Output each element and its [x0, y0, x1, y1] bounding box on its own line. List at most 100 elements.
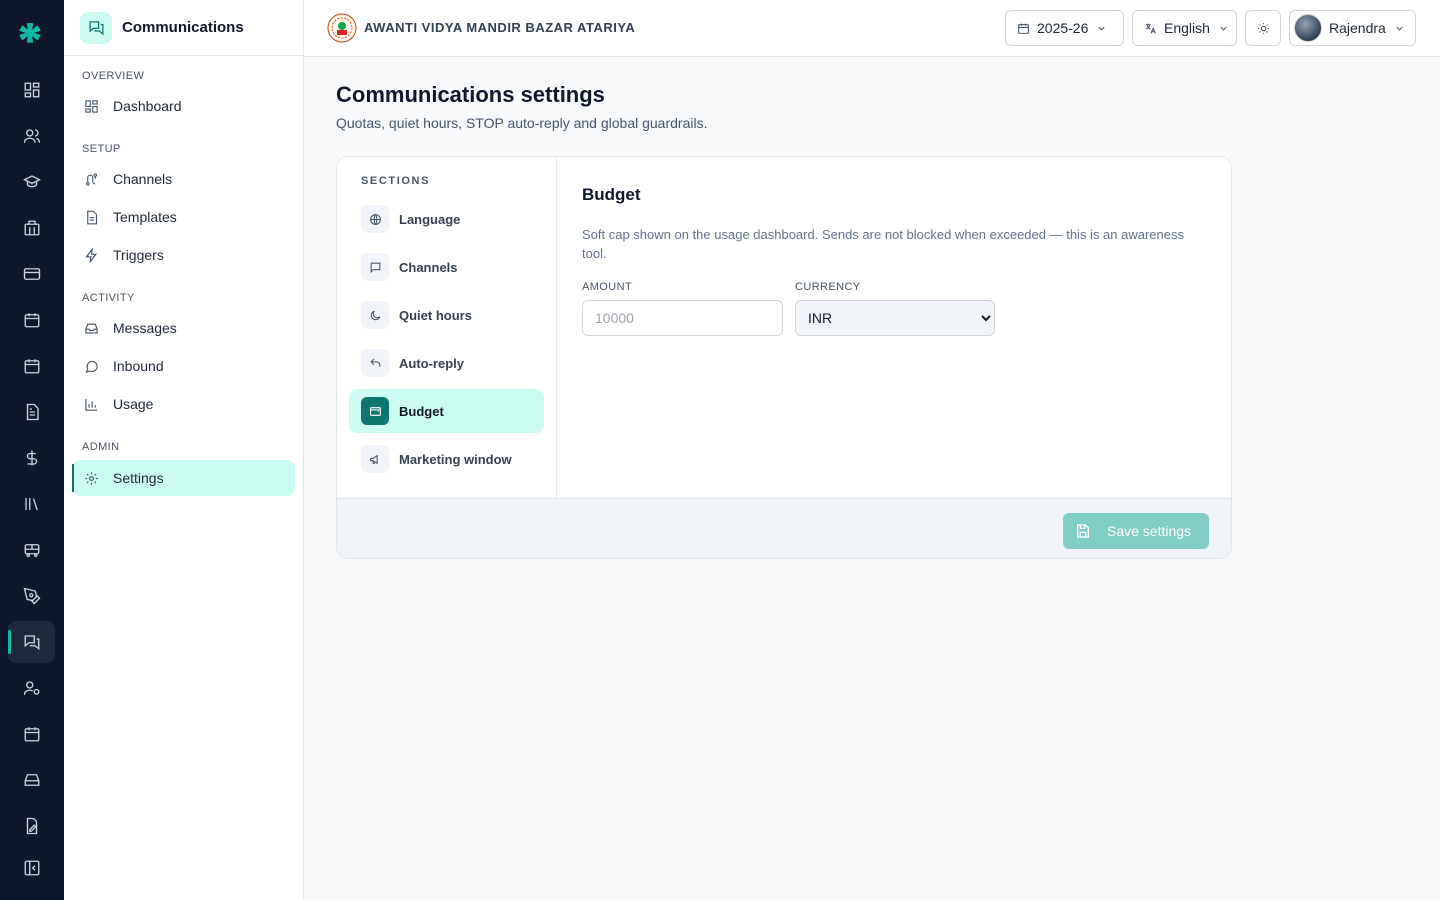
section-label: Channels [399, 259, 458, 275]
amount-label: AMOUNT [582, 281, 633, 293]
academic-year-select[interactable]: 2025-26 [1005, 10, 1124, 46]
rail-graduation-cap-icon[interactable] [8, 161, 55, 203]
megaphone-icon [361, 445, 389, 473]
section-label: Quiet hours [399, 307, 472, 323]
sidebar-item-usage[interactable]: Usage [72, 386, 295, 422]
reply-icon [361, 349, 389, 377]
section-budget[interactable]: Budget [349, 389, 544, 433]
sidebar-item-label: Inbound [113, 358, 164, 374]
rail-calendar-check-icon[interactable] [8, 345, 55, 387]
rail-bus-icon[interactable] [8, 529, 55, 571]
rail-dollar-icon[interactable] [8, 437, 55, 479]
rail-credit-card-icon[interactable] [8, 253, 55, 295]
panel-description: Soft cap shown on the usage dashboard. S… [582, 227, 1184, 261]
calendar-icon [1018, 23, 1029, 34]
school-name: AWANTI VIDYA MANDIR BAZAR ATARIYA [364, 20, 636, 35]
app-logo-icon[interactable] [17, 22, 43, 48]
sidebar-item-templates[interactable]: Templates [72, 199, 295, 235]
group-label-overview: OVERVIEW [82, 70, 145, 82]
rail-user-cog-icon[interactable] [8, 667, 55, 709]
rail-document-edit-icon[interactable] [8, 805, 55, 847]
avatar [1294, 14, 1322, 42]
module-sidebar: Communications OVERVIEW Dashboard SETUP … [64, 0, 304, 900]
sections-heading: SECTIONS [361, 175, 431, 187]
dashboard-icon [85, 99, 98, 113]
section-label: Auto-reply [399, 355, 464, 371]
settings-card: SECTIONS Language Channels Quiet hours A… [336, 156, 1232, 559]
bar-chart-icon [85, 398, 98, 411]
rail-inbox-tray-icon[interactable] [8, 759, 55, 801]
chevron-down-icon [1220, 26, 1227, 31]
rail-file-text-icon[interactable] [8, 391, 55, 433]
page-subtitle: Quotas, quiet hours, STOP auto-reply and… [336, 115, 708, 131]
sidebar-item-label: Templates [113, 209, 177, 225]
translate-icon [1145, 23, 1156, 34]
rail-pen-tool-icon[interactable] [8, 575, 55, 617]
sidebar-item-settings[interactable]: Settings [72, 460, 295, 496]
sidebar-item-label: Messages [113, 320, 177, 336]
panel-title: Budget [582, 185, 641, 204]
group-label-activity: ACTIVITY [82, 292, 135, 304]
section-auto-reply[interactable]: Auto-reply [349, 341, 544, 385]
file-icon [87, 210, 98, 224]
currency-select[interactable]: INR [795, 300, 995, 336]
sidebar-item-label: Usage [113, 396, 154, 412]
chat-bubble-icon [85, 360, 98, 373]
sidebar-item-label: Settings [113, 470, 164, 486]
amount-input[interactable] [582, 300, 783, 336]
user-menu[interactable]: Rajendra [1289, 10, 1416, 46]
group-label-admin: ADMIN [82, 441, 120, 453]
rail-dashboard-icon[interactable] [8, 69, 55, 111]
sun-icon [1257, 22, 1269, 34]
sidebar-item-label: Triggers [113, 247, 164, 263]
sidebar-item-dashboard[interactable]: Dashboard [72, 88, 295, 124]
section-language[interactable]: Language [349, 197, 544, 241]
academic-year-value: 2025-26 [1037, 20, 1089, 36]
school-logo-icon [327, 13, 357, 43]
sidebar-item-inbound[interactable]: Inbound [72, 348, 295, 384]
moon-icon [361, 301, 389, 329]
rail-collapse-sidebar-icon[interactable] [8, 847, 55, 889]
save-label: Save settings [1107, 523, 1192, 539]
rail-messages-icon[interactable] [8, 621, 55, 663]
sidebar-item-messages[interactable]: Messages [72, 310, 295, 346]
card-footer: Save settings [337, 498, 1231, 558]
currency-label: CURRENCY [795, 281, 861, 293]
sidebar-item-label: Channels [113, 171, 173, 187]
chat-square-icon [361, 253, 389, 281]
topbar: AWANTI VIDYA MANDIR BAZAR ATARIYA 2025-2… [304, 0, 1440, 57]
rail-users-icon[interactable] [8, 115, 55, 157]
sidebar-item-channels[interactable]: Channels [72, 161, 295, 197]
group-label-setup: SETUP [82, 143, 121, 155]
chevron-down-icon [1396, 26, 1403, 31]
language-value: English [1164, 20, 1210, 36]
sidebar-item-triggers[interactable]: Triggers [72, 237, 295, 273]
rail-building-icon[interactable] [8, 207, 55, 249]
section-channels[interactable]: Channels [349, 245, 544, 289]
section-label: Budget [399, 403, 444, 419]
wallet-icon [361, 397, 389, 425]
rail-calendar-grid-icon[interactable] [8, 713, 55, 755]
section-label: Language [399, 211, 461, 227]
module-header: Communications [64, 0, 303, 56]
save-icon [1077, 524, 1089, 538]
section-marketing-window[interactable]: Marketing window [349, 437, 544, 481]
language-select[interactable]: English [1132, 10, 1237, 46]
icon-rail [0, 0, 64, 900]
user-name: Rajendra [1329, 20, 1386, 36]
theme-toggle-button[interactable] [1245, 10, 1281, 46]
sidebar-item-label: Dashboard [113, 98, 182, 114]
module-title: Communications [122, 19, 244, 36]
chevron-down-icon [1098, 26, 1105, 31]
gear-icon [85, 471, 98, 485]
rail-library-icon[interactable] [8, 483, 55, 525]
route-icon [85, 172, 98, 186]
globe-icon [361, 205, 389, 233]
messages-icon [80, 11, 112, 44]
section-label: Marketing window [399, 451, 512, 467]
lightning-icon [85, 247, 97, 263]
save-settings-button[interactable]: Save settings [1063, 513, 1209, 549]
section-quiet-hours[interactable]: Quiet hours [349, 293, 544, 337]
sections-nav: SECTIONS Language Channels Quiet hours A… [337, 157, 557, 498]
rail-calendar-icon[interactable] [8, 299, 55, 341]
